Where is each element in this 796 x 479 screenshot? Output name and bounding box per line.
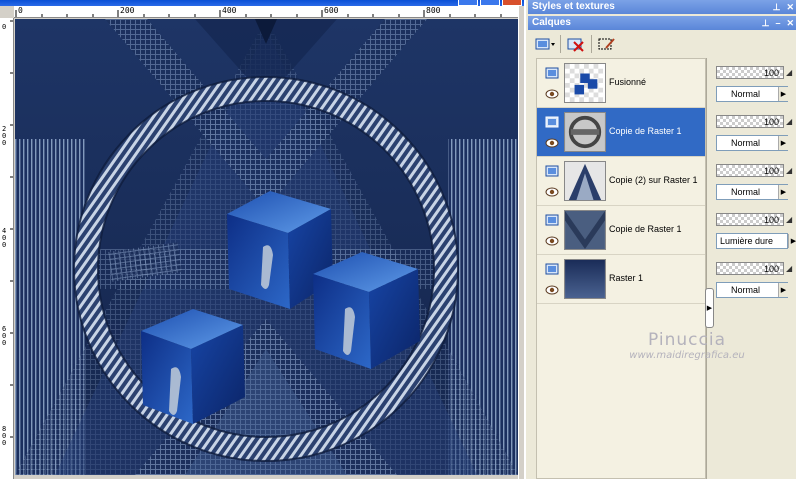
ruler-vertical: 0 2 0 0 4 0 0 6 0 0 8 0 0 <box>0 18 14 479</box>
delete-layer-button[interactable] <box>565 34 587 54</box>
ruler-label: 200 <box>120 6 135 15</box>
ruler-label: 800 <box>426 6 441 15</box>
ruler-label: 400 <box>222 6 237 15</box>
layer-row-copie-raster-1-b[interactable]: Copie de Raster 1 <box>537 206 705 255</box>
edit-selection-icon <box>598 38 615 50</box>
ruler-label: 6 0 0 <box>2 325 7 347</box>
eye-icon[interactable] <box>545 138 559 148</box>
chevron-right-icon[interactable]: ▶ <box>778 185 788 199</box>
minimize-icon[interactable]: – <box>775 16 780 30</box>
layer-props-fusionne: 100 ◢ Normal ▶ <box>716 66 796 110</box>
delete-layer-icon <box>567 38 584 52</box>
opacity-spin-icon[interactable]: ◢ <box>786 215 792 224</box>
layers-splitter[interactable] <box>706 58 714 479</box>
pin-icon[interactable]: ⊥ <box>762 16 770 30</box>
opacity-value: 100 <box>763 117 779 127</box>
layer-icon <box>545 116 559 128</box>
opacity-slider[interactable]: 100 <box>716 115 784 128</box>
layers-palette-titlebar[interactable]: Calques ⊥ – ✕ <box>528 16 796 30</box>
layer-thumbnail <box>564 63 606 103</box>
opacity-slider[interactable]: 100 <box>716 164 784 177</box>
layer-name: Raster 1 <box>609 273 644 283</box>
ruler-label: 600 <box>324 6 339 15</box>
layer-name: Copie de Raster 1 <box>609 126 682 136</box>
opacity-spin-icon[interactable]: ◢ <box>786 264 792 273</box>
new-layer-icon <box>535 38 555 50</box>
layer-row-copie-2-sur-raster-1[interactable]: Copie (2) sur Raster 1 <box>537 157 705 206</box>
layer-thumbnail <box>564 161 606 201</box>
opacity-value: 100 <box>763 166 779 176</box>
new-layer-button[interactable] <box>534 34 556 54</box>
layer-icon <box>545 263 559 275</box>
layer-icon <box>545 67 559 79</box>
eye-icon[interactable] <box>545 285 559 295</box>
opacity-value: 100 <box>763 264 779 274</box>
chevron-right-icon[interactable]: ▶ <box>778 136 788 150</box>
layer-thumbnail <box>564 259 606 299</box>
layers-toolbar <box>530 33 794 55</box>
ruler-label: 8 0 0 <box>2 425 7 447</box>
chevron-right-icon[interactable]: ▶ <box>788 234 796 248</box>
layer-row-raster-1[interactable]: Raster 1 <box>537 255 705 304</box>
image-canvas[interactable] <box>15 19 518 475</box>
layer-name: Copie de Raster 1 <box>609 224 682 234</box>
layer-icon <box>545 165 559 177</box>
chevron-right-icon[interactable]: ▶ <box>778 87 788 101</box>
image-window: 0 200 400 600 800 0 2 0 0 4 0 0 6 0 0 8 … <box>0 0 524 479</box>
ruler-label: 0 <box>18 6 23 15</box>
chevron-right-icon[interactable]: ▶ <box>778 283 788 297</box>
ruler-label: 4 0 0 <box>2 227 7 249</box>
layer-props-copie-raster-1-b: 100 ◢ Lumière dure ▶ <box>716 213 796 257</box>
opacity-spin-icon[interactable]: ◢ <box>786 166 792 175</box>
layer-props-raster-1: 100 ◢ Normal ▶ <box>716 262 796 306</box>
styles-palette-titlebar[interactable]: Styles et textures ⊥ ✕ <box>528 0 796 14</box>
toolbar-separator <box>560 35 561 53</box>
layer-props-copie-raster-1: 100 ◢ Normal ▶ <box>716 115 796 159</box>
watermark: Pinuccia www.maidiregrafica.eu <box>612 330 762 361</box>
layer-icon <box>545 214 559 226</box>
opacity-spin-icon[interactable]: ◢ <box>786 117 792 126</box>
opacity-slider[interactable]: 100 <box>716 213 784 226</box>
layer-row-copie-raster-1[interactable]: Copie de Raster 1 <box>537 108 705 157</box>
layer-row-fusionne[interactable]: Fusionné <box>537 59 705 108</box>
watermark-name: Pinuccia <box>648 330 726 350</box>
eye-icon[interactable] <box>545 89 559 99</box>
layer-name: Fusionné <box>609 77 647 87</box>
artwork <box>15 19 518 475</box>
opacity-value: 100 <box>763 68 779 78</box>
layer-props-copie-2: 100 ◢ Normal ▶ <box>716 164 796 208</box>
layer-thumbnail <box>564 210 606 250</box>
toolbar-separator <box>591 35 592 53</box>
layers-palette-title: Calques <box>532 17 571 28</box>
layers-list: Fusionné Copie de Raster 1 Copie (2) sur… <box>536 58 706 479</box>
eye-icon[interactable] <box>545 236 559 246</box>
layer-name: Copie (2) sur Raster 1 <box>609 175 698 185</box>
eye-icon[interactable] <box>545 187 559 197</box>
edit-selection-button[interactable] <box>596 34 618 54</box>
ruler-label: 0 <box>2 23 7 31</box>
layer-thumbnail <box>564 112 606 152</box>
opacity-slider[interactable]: 100 <box>716 66 784 79</box>
watermark-url: www.maidiregrafica.eu <box>629 350 745 361</box>
blend-mode-select[interactable]: Lumière dure <box>716 233 788 249</box>
splitter-handle[interactable]: ▶ <box>705 288 714 328</box>
opacity-spin-icon[interactable]: ◢ <box>786 68 792 77</box>
close-icon[interactable]: ✕ <box>786 16 794 30</box>
styles-palette-title: Styles et textures <box>532 1 615 12</box>
pin-icon[interactable]: ⊥ <box>773 0 781 14</box>
ruler-horizontal: 0 200 400 600 800 <box>14 6 520 18</box>
ruler-label: 2 0 0 <box>2 125 7 147</box>
opacity-value: 100 <box>763 215 779 225</box>
close-icon[interactable]: ✕ <box>786 0 794 14</box>
opacity-slider[interactable]: 100 <box>716 262 784 275</box>
